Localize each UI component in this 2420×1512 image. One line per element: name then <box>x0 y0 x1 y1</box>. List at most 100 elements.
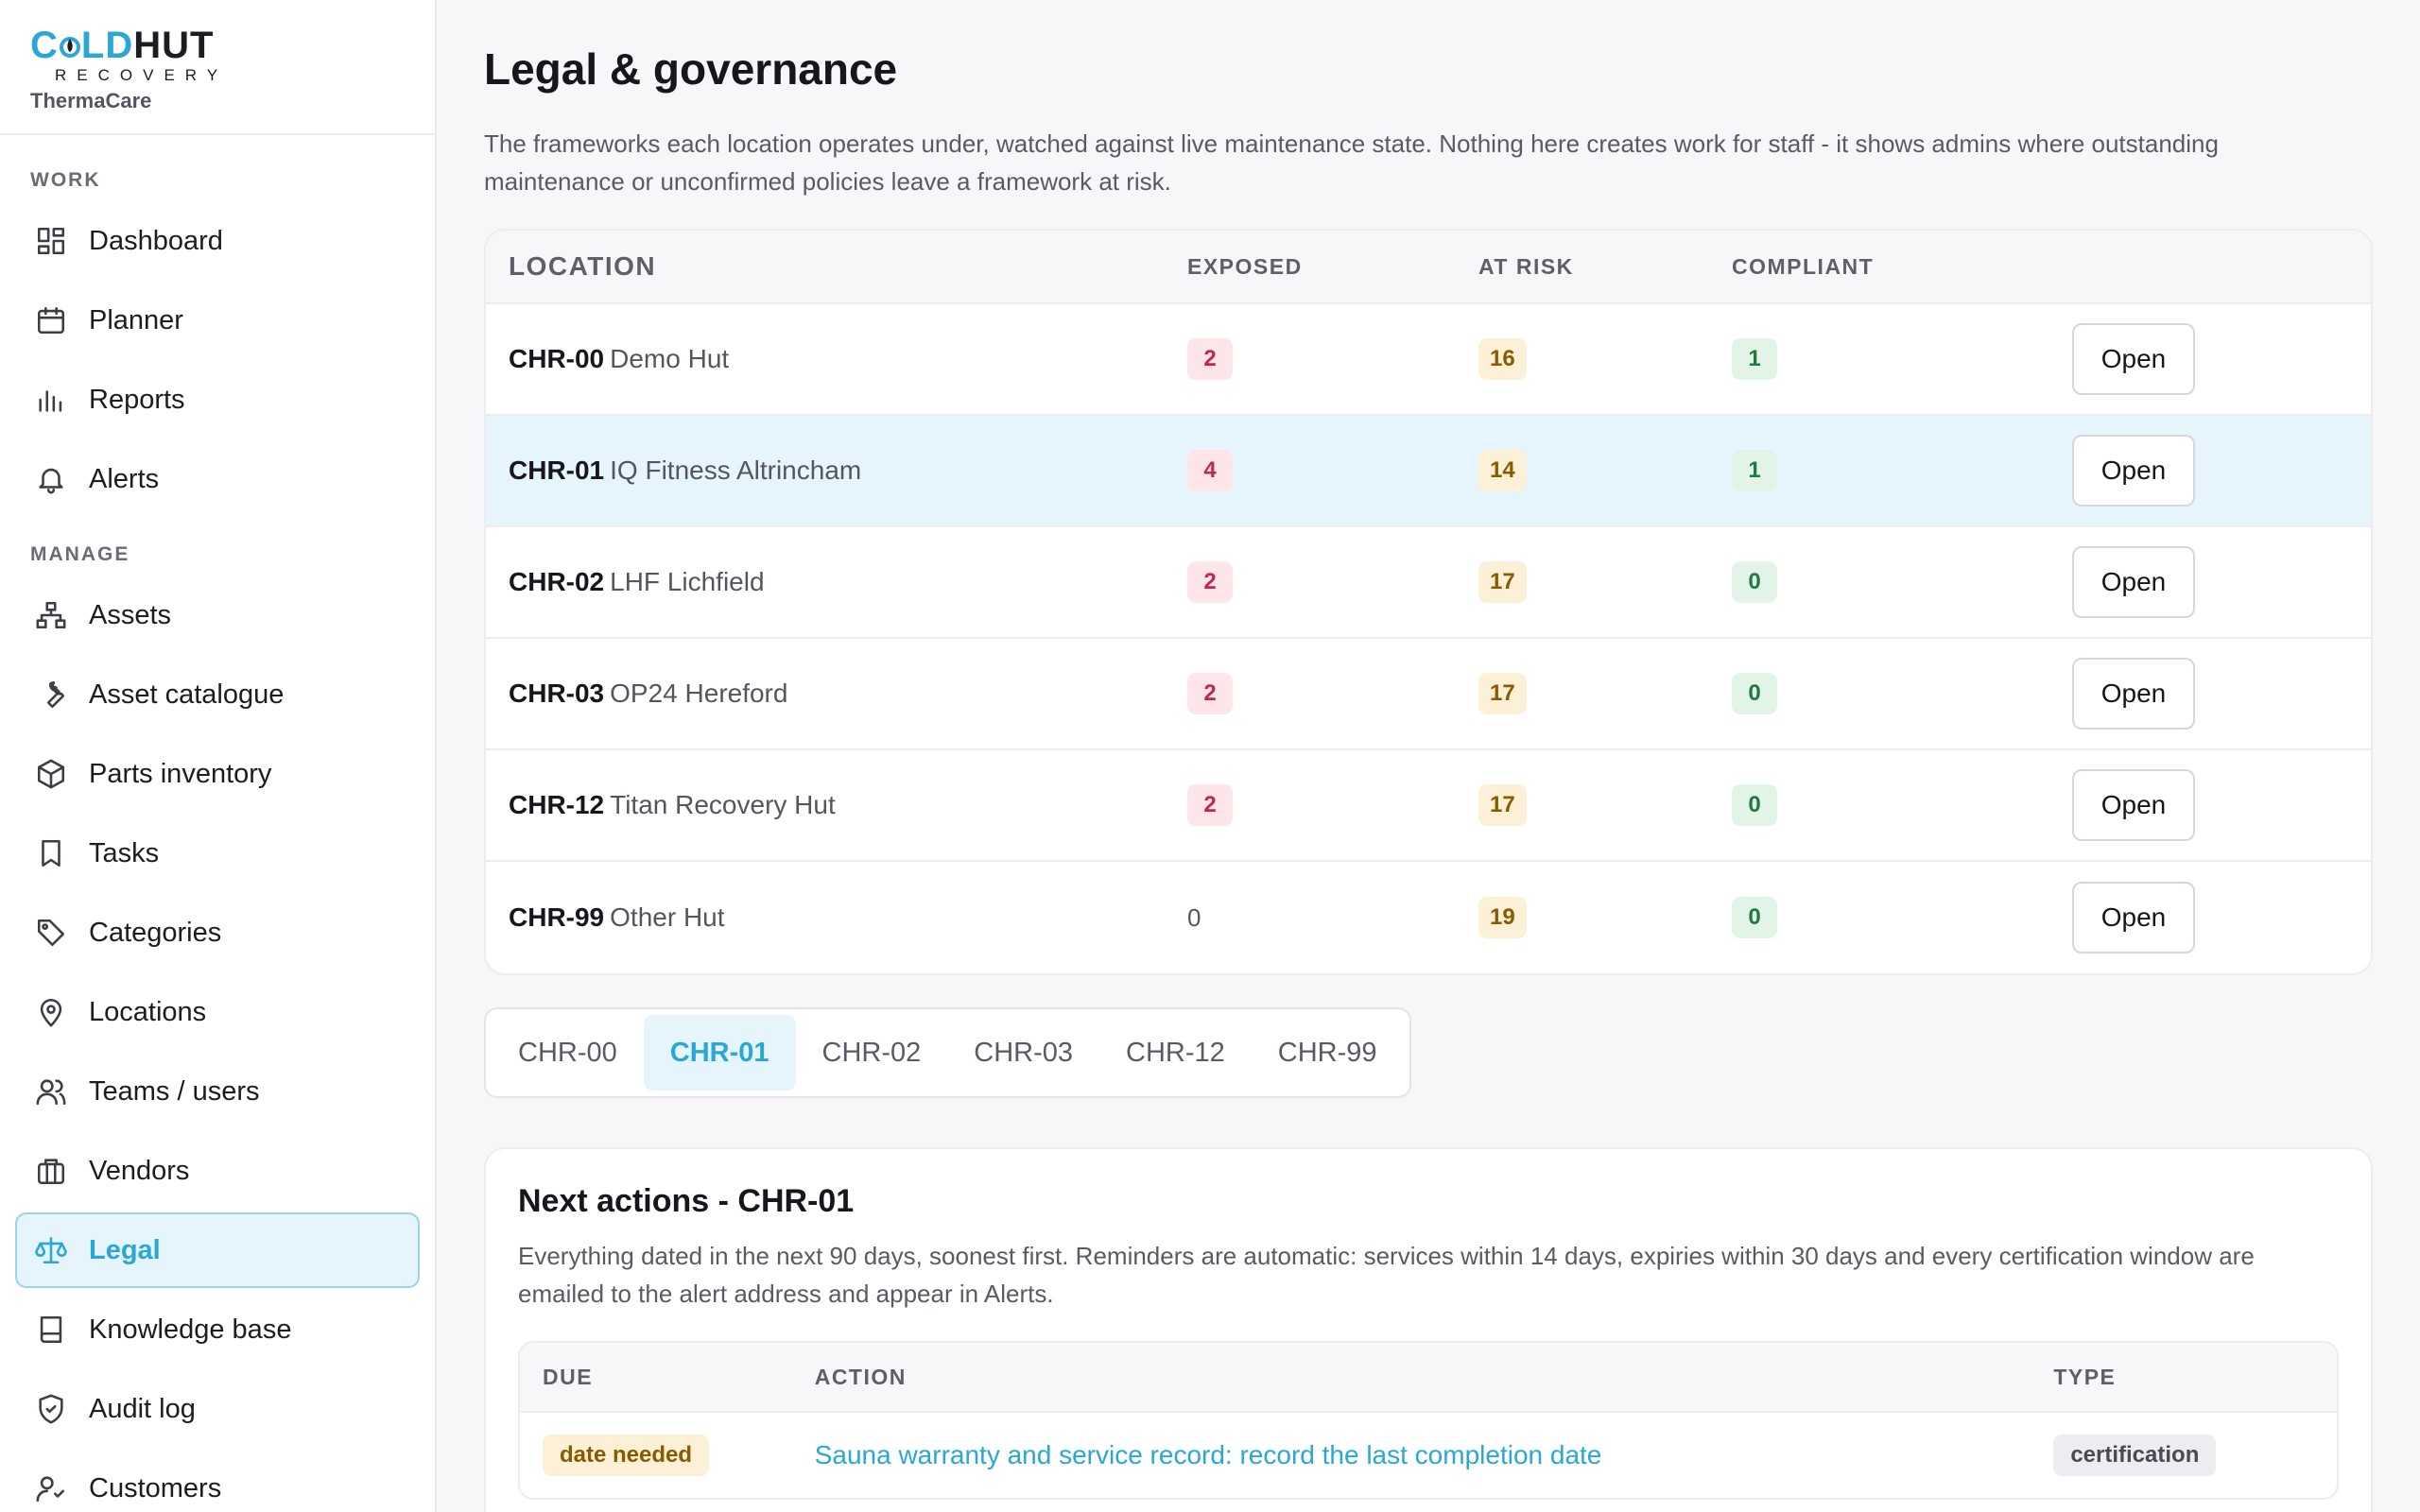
column-header-due[interactable]: DUE <box>520 1365 815 1390</box>
sidebar-item-label: Dashboard <box>89 225 223 256</box>
next-actions-description: Everything dated in the next 90 days, so… <box>518 1242 2255 1308</box>
at-risk-count: 16 <box>1478 338 1527 380</box>
sidebar-item-label: Teams / users <box>89 1075 260 1107</box>
next-actions-table: DUE ACTION TYPE date needed Sauna warran… <box>518 1341 2339 1500</box>
column-header-action[interactable]: ACTION <box>815 1365 2054 1390</box>
org-name: ThermaCare <box>30 89 152 112</box>
sidebar-item-parts-inventory[interactable]: Parts inventory <box>15 736 420 812</box>
dashboard-icon <box>34 224 68 258</box>
at-risk-count: 19 <box>1478 897 1527 938</box>
location-name: Other Hut <box>610 902 725 932</box>
compliant-count: 0 <box>1732 673 1777 714</box>
location-code: CHR-02 <box>509 567 605 596</box>
sidebar-item-label: Assets <box>89 599 172 630</box>
at-risk-count: 17 <box>1478 561 1527 603</box>
tab-chr-02[interactable]: CHR-02 <box>796 1015 948 1091</box>
box-icon <box>34 757 68 791</box>
sidebar-item-dashboard[interactable]: Dashboard <box>15 203 420 279</box>
sidebar-item-planner[interactable]: Planner <box>15 283 420 358</box>
nav-section-work: WORK <box>30 169 101 191</box>
sidebar-item-categories[interactable]: Categories <box>15 895 420 971</box>
sidebar-item-legal[interactable]: Legal <box>15 1212 420 1288</box>
table-row[interactable]: CHR-99 Other Hut 0 19 0 Open <box>486 862 2371 973</box>
location-code: CHR-99 <box>509 902 605 932</box>
logo[interactable]: C LD HUT <box>30 26 435 64</box>
brand: C LD HUT RECOVERY ThermaCare <box>0 0 435 135</box>
exposed-count: 2 <box>1187 561 1233 603</box>
open-button[interactable]: Open <box>2072 323 2195 395</box>
nav-section-manage: MANAGE <box>30 543 130 565</box>
type-badge: certification <box>2053 1435 2217 1476</box>
sidebar-item-tasks[interactable]: Tasks <box>15 816 420 891</box>
location-code: CHR-03 <box>509 679 605 708</box>
tab-chr-00[interactable]: CHR-00 <box>492 1015 644 1091</box>
column-header-location[interactable]: LOCATION <box>486 251 1187 282</box>
column-header-type[interactable]: TYPE <box>2053 1365 2337 1390</box>
table-row[interactable]: CHR-02 LHF Lichfield 2 17 0 Open <box>486 527 2371 639</box>
flame-drop-icon <box>59 37 80 58</box>
logo-text-c: C <box>30 25 59 66</box>
sidebar-item-label: Asset catalogue <box>89 679 285 710</box>
tab-chr-12[interactable]: CHR-12 <box>1099 1015 1252 1091</box>
bell-icon <box>34 462 68 496</box>
table-row: date needed Sauna warranty and service r… <box>520 1413 2337 1498</box>
sidebar-item-label: Locations <box>89 996 207 1027</box>
table-row[interactable]: CHR-01 IQ Fitness Altrincham 4 14 1 Open <box>486 416 2371 527</box>
sidebar-item-audit-log[interactable]: Audit log <box>15 1371 420 1447</box>
due-badge: date needed <box>543 1435 710 1476</box>
table-header: LOCATION EXPOSED AT RISK COMPLIANT <box>486 231 2371 304</box>
page-intro: The frameworks each location operates un… <box>484 129 2219 196</box>
sidebar-item-label: Legal <box>89 1234 161 1265</box>
sidebar-item-label: Vendors <box>89 1155 190 1186</box>
location-name: OP24 Hereford <box>610 679 788 708</box>
sidebar-item-label: Tasks <box>89 837 160 868</box>
exposed-count: 2 <box>1187 338 1233 380</box>
table-header: DUE ACTION TYPE <box>520 1343 2337 1413</box>
location-code: CHR-12 <box>509 790 605 819</box>
tab-chr-01[interactable]: CHR-01 <box>643 1015 796 1091</box>
logo-text-hut: HUT <box>133 25 215 66</box>
sidebar-item-teams-users[interactable]: Teams / users <box>15 1054 420 1129</box>
sidebar-item-locations[interactable]: Locations <box>15 974 420 1050</box>
compliant-count: 0 <box>1732 561 1777 603</box>
at-risk-count: 14 <box>1478 450 1527 491</box>
sidebar-item-reports[interactable]: Reports <box>15 362 420 438</box>
at-risk-count: 17 <box>1478 784 1527 826</box>
sidebar-item-label: Alerts <box>89 463 160 494</box>
table-row[interactable]: CHR-00 Demo Hut 2 16 1 Open <box>486 304 2371 416</box>
tab-chr-99[interactable]: CHR-99 <box>1252 1015 1404 1091</box>
sidebar-item-alerts[interactable]: Alerts <box>15 441 420 517</box>
open-button[interactable]: Open <box>2072 769 2195 841</box>
compliant-count: 1 <box>1732 338 1777 380</box>
sidebar-item-asset-catalogue[interactable]: Asset catalogue <box>15 657 420 732</box>
logo-subtitle: RECOVERY <box>55 66 229 84</box>
compliant-count: 0 <box>1732 784 1777 826</box>
book-icon <box>34 1313 68 1347</box>
sidebar-item-label: Reports <box>89 384 185 415</box>
bookmark-icon <box>34 836 68 870</box>
open-button[interactable]: Open <box>2072 882 2195 954</box>
sidebar-item-label: Planner <box>89 304 183 335</box>
table-row[interactable]: CHR-03 OP24 Hereford 2 17 0 Open <box>486 639 2371 750</box>
column-header-exposed[interactable]: EXPOSED <box>1187 254 1478 280</box>
exposed-count: 4 <box>1187 450 1233 491</box>
sidebar-item-vendors[interactable]: Vendors <box>15 1133 420 1209</box>
at-risk-count: 17 <box>1478 673 1527 714</box>
sidebar-item-knowledge-base[interactable]: Knowledge base <box>15 1292 420 1367</box>
table-row[interactable]: CHR-12 Titan Recovery Hut 2 17 0 Open <box>486 750 2371 862</box>
next-actions-title: Next actions - CHR-01 <box>518 1183 855 1219</box>
column-header-compliant[interactable]: COMPLIANT <box>1732 254 2072 280</box>
column-header-at-risk[interactable]: AT RISK <box>1478 254 1732 280</box>
open-button[interactable]: Open <box>2072 546 2195 618</box>
locations-table: LOCATION EXPOSED AT RISK COMPLIANT CHR-0… <box>484 229 2373 975</box>
sidebar-item-assets[interactable]: Assets <box>15 577 420 653</box>
page-title: Legal & governance <box>484 44 898 94</box>
tab-chr-03[interactable]: CHR-03 <box>947 1015 1099 1091</box>
open-button[interactable]: Open <box>2072 658 2195 730</box>
action-link[interactable]: Sauna warranty and service record: recor… <box>815 1440 1602 1469</box>
main-content: Legal & governance The frameworks each l… <box>484 0 2375 1512</box>
open-button[interactable]: Open <box>2072 435 2195 507</box>
scales-icon <box>34 1233 68 1267</box>
location-name: IQ Fitness Altrincham <box>610 455 862 485</box>
sidebar-item-customers[interactable]: Customers <box>15 1451 420 1512</box>
